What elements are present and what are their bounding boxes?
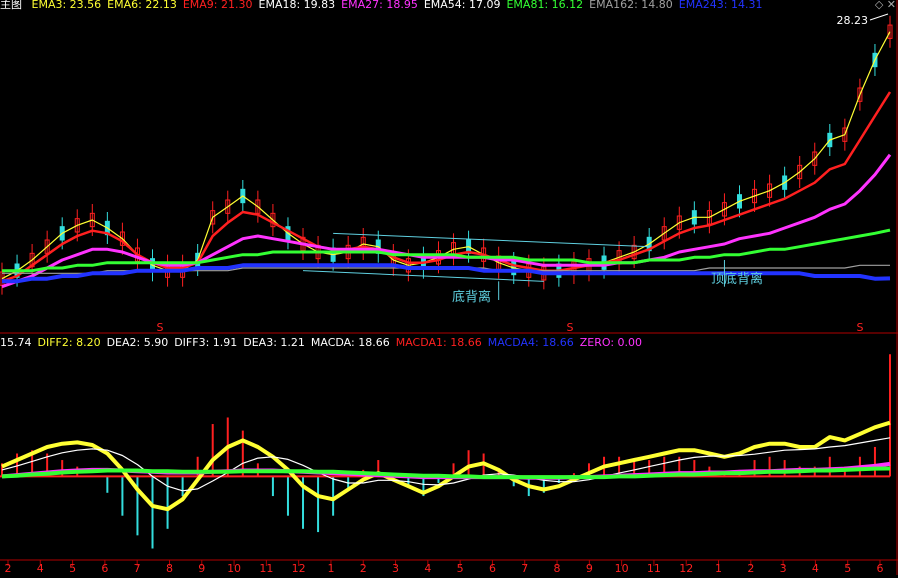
x-tick-label: 10 (615, 562, 629, 575)
price-line-ema3 (1, 31, 891, 280)
price-legend-item: EMA3: 23.56 (31, 0, 102, 11)
price-legend-item: EMA162: 14.80 (589, 0, 673, 11)
x-tick-label: 10 (227, 562, 241, 575)
x-tick-label: 12 (679, 562, 693, 575)
x-tick-label: 2 (360, 562, 367, 575)
high-price-pointer (869, 13, 889, 21)
x-tick-label: 7 (521, 562, 528, 575)
indicator-legend-item: 15.74 (0, 336, 32, 349)
x-tick-label: 5 (69, 562, 76, 575)
price-legend-item: EMA27: 18.95 (341, 0, 418, 11)
chart-canvas: 28.23底背离顶底背离S S S2 4 5 6 7 8 9 10 11 12 1 2 3 4 5 6 7 8 9 10 1… (0, 0, 898, 575)
indicator-legend-item: DIFF2: 8.20 (37, 336, 101, 349)
indicator-legend-item: MACDA4: 18.66 (487, 336, 574, 349)
x-tick-label: 8 (554, 562, 561, 575)
x-tick-label: 5 (844, 562, 851, 575)
diamond-icon[interactable]: ◇ ✕ (875, 0, 896, 11)
indicator-legend-item: MACDA1: 18.66 (395, 336, 482, 349)
price-legend: 主图 EMA3: 23.56 EMA6: 22.13 EMA9: 21.30 EMA1… (0, 0, 768, 12)
price-legend-item: EMA18: 19.83 (258, 0, 336, 11)
x-tick-label: 4 (812, 562, 819, 575)
indicator-legend-item: ZERO: 0.00 (579, 336, 643, 349)
x-tick-label: 6 (101, 562, 108, 575)
price-legend-item: EMA54: 17.09 (423, 0, 501, 11)
high-price-label: 28.23 (837, 14, 869, 27)
x-tick-label: 6 (489, 562, 496, 575)
x-tick-label: 4 (37, 562, 44, 575)
signal-marker: S (567, 321, 574, 334)
x-tick-label: 6 (877, 562, 884, 575)
indicator-line-diff2 (1, 420, 891, 512)
price-legend-item: EMA81: 16.12 (506, 0, 584, 11)
panel-label: 主图 (0, 0, 22, 11)
indicator-legend-item: DIFF3: 1.91 (174, 336, 238, 349)
indicator-legend-item: DEA3: 1.21 (243, 336, 305, 349)
x-tick-label: 11 (647, 562, 661, 575)
top-bottom-divergence-label: 顶底背离 (711, 271, 763, 287)
signal-marker: S (857, 321, 864, 334)
x-tick-label: 12 (292, 562, 306, 575)
indicator-legend-item: DEA2: 5.90 (106, 336, 169, 349)
price-legend-item: EMA6: 22.13 (107, 0, 177, 11)
x-tick-label: 1 (327, 562, 334, 575)
x-tick-label: 1 (715, 562, 722, 575)
indicator-legend-item: MACDA: 18.66 (310, 336, 390, 349)
x-tick-label: 9 (198, 562, 205, 575)
x-tick-label: 4 (424, 562, 431, 575)
indicator-legend: 15.74 DIFF2: 8.20 DEA2: 5.90 DIFF3: 1.91 DEA… (0, 336, 648, 350)
x-tick-label: 5 (457, 562, 464, 575)
x-tick-label: 2 (747, 562, 754, 575)
signal-marker: S (157, 321, 164, 334)
bottom-divergence-label: 底背离 (452, 289, 491, 305)
price-legend-item: EMA9: 21.30 (182, 0, 253, 11)
x-tick-label: 11 (259, 562, 273, 575)
x-tick-label: 7 (134, 562, 141, 575)
stock-chart[interactable]: 28.23 底背离 顶底背离 S S S 2 4 5 6 7 8 9 10 11 12 1 2 3 4 5 6 7 8 9 10 1… (0, 0, 898, 575)
x-tick-label: 8 (166, 562, 173, 575)
x-tick-label: 2 (5, 562, 12, 575)
x-tick-label: 3 (780, 562, 787, 575)
x-tick-label: 9 (586, 562, 593, 575)
x-tick-label: 3 (392, 562, 399, 575)
price-legend-item: EMA243: 14.31 (678, 0, 763, 11)
